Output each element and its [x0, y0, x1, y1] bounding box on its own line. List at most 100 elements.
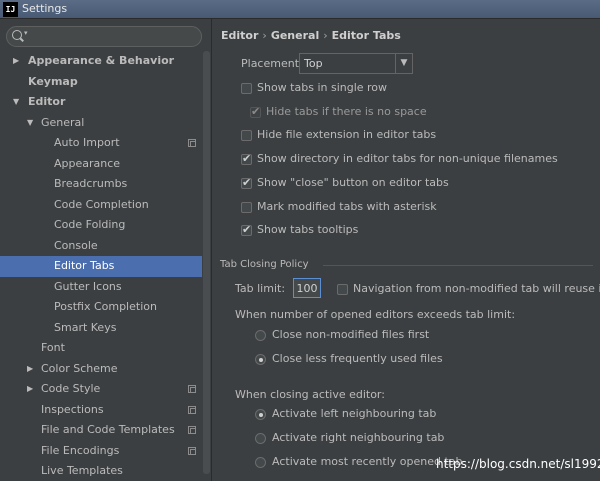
- tree-item-label: Auto Import: [54, 136, 120, 149]
- chevron-down-icon[interactable]: ▼: [27, 113, 33, 134]
- nav-reuse-label: Navigation from non-modified tab will re…: [353, 282, 600, 295]
- tree-item-postfix-completion[interactable]: Postfix Completion: [0, 297, 202, 318]
- close-non-modified-radio[interactable]: [255, 330, 266, 341]
- tree-item-live-templates[interactable]: Live Templates: [0, 461, 202, 481]
- tree-item-breadcrumbs[interactable]: Breadcrumbs: [0, 174, 202, 195]
- mark-modified-checkbox[interactable]: [241, 202, 252, 213]
- tree-item-label: Inspections: [41, 402, 104, 416]
- title-bar: IJ Settings: [0, 0, 600, 19]
- intellij-app-icon: IJ: [3, 2, 18, 17]
- show-close-label: Show "close" button on editor tabs: [257, 176, 449, 189]
- tree-item-label: Editor: [28, 95, 66, 108]
- hide-no-space-label: Hide tabs if there is no space: [266, 105, 427, 118]
- nav-reuse-checkbox[interactable]: [337, 284, 348, 295]
- tree-item-general[interactable]: ▼ General: [0, 113, 202, 134]
- activate-right-label: Activate right neighbouring tab: [272, 431, 445, 444]
- tree-item-file-code-templates[interactable]: File and Code Templates: [0, 420, 202, 441]
- settings-content: Editor › General › Editor Tabs Placement: To…: [213, 19, 600, 481]
- tree-item-file-encodings[interactable]: File Encodings: [0, 441, 202, 462]
- breadcrumb-item: Editor: [221, 29, 259, 42]
- placement-select[interactable]: Top ▼: [299, 53, 413, 74]
- search-icon[interactable]: [12, 30, 22, 40]
- close-non-modified-label: Close non-modified files first: [272, 328, 430, 341]
- tab-limit-label: Tab limit:: [235, 282, 286, 295]
- chevron-down-icon[interactable]: ▼: [13, 92, 19, 113]
- tree-item-label: Color Scheme: [41, 361, 118, 375]
- tree-item-label: Breadcrumbs: [54, 177, 128, 190]
- search-box[interactable]: ▾: [6, 26, 202, 47]
- chevron-right-icon[interactable]: ▶: [27, 379, 33, 400]
- tree-item-auto-import[interactable]: Auto Import: [0, 133, 202, 154]
- tree-item-color-scheme[interactable]: ▶ Color Scheme: [0, 359, 202, 380]
- close-less-frequent-label: Close less frequently used files: [272, 352, 443, 365]
- sidebar-scrollbar[interactable]: [203, 51, 210, 474]
- tree-item-font[interactable]: Font: [0, 338, 202, 359]
- tree-item-editor[interactable]: ▼ Editor: [0, 92, 202, 113]
- project-scope-icon: [188, 426, 196, 434]
- tree-item-smart-keys[interactable]: Smart Keys: [0, 318, 202, 339]
- watermark-text: https://blog.csdn.net/sl1992: [436, 457, 600, 471]
- tree-item-code-completion[interactable]: Code Completion: [0, 195, 202, 216]
- placement-label: Placement:: [241, 57, 303, 70]
- tree-item-label: Gutter Icons: [54, 279, 122, 293]
- tree-item-label: Editor Tabs: [54, 259, 115, 272]
- tree-item-label: Smart Keys: [54, 320, 117, 334]
- breadcrumb-separator: ›: [323, 29, 328, 42]
- dropdown-arrow-icon[interactable]: ▼: [395, 54, 412, 73]
- show-directory-checkbox[interactable]: [241, 152, 252, 165]
- tree-item-appearance[interactable]: Appearance: [0, 154, 202, 175]
- tree-item-label: General: [41, 115, 85, 129]
- project-scope-icon: [188, 139, 196, 147]
- tree-item-label: Appearance: [54, 156, 121, 170]
- settings-tree: ▶ Appearance & Behavior Keymap ▼ Editor …: [0, 51, 202, 481]
- search-input[interactable]: [33, 29, 193, 44]
- chevron-right-icon[interactable]: ▶: [27, 359, 33, 380]
- breadcrumb-separator: ›: [262, 29, 267, 42]
- chevron-right-icon[interactable]: ▶: [13, 51, 19, 72]
- tree-item-label: Code Style: [41, 382, 101, 395]
- breadcrumb-item: Editor Tabs: [331, 29, 401, 42]
- tree-item-appearance-behavior[interactable]: ▶ Appearance & Behavior: [0, 51, 202, 72]
- show-close-checkbox[interactable]: [241, 176, 252, 189]
- single-row-checkbox[interactable]: [241, 83, 252, 94]
- project-scope-icon: [188, 405, 196, 414]
- activate-recent-radio[interactable]: [255, 457, 266, 468]
- tree-item-label: Console: [54, 238, 98, 252]
- tree-item-label: Font: [41, 341, 65, 354]
- project-scope-icon: [188, 446, 196, 455]
- section-divider: [323, 265, 593, 266]
- tab-closing-policy-heading: Tab Closing Policy: [220, 259, 309, 270]
- search-options-chevron-icon[interactable]: ▾: [24, 29, 28, 37]
- activate-left-label: Activate left neighbouring tab: [272, 407, 437, 420]
- hide-extension-checkbox[interactable]: [241, 130, 252, 141]
- tree-item-console[interactable]: Console: [0, 236, 202, 257]
- tree-item-label: Code Completion: [54, 197, 149, 211]
- tree-item-label: File Encodings: [41, 443, 120, 457]
- tree-item-label: Code Folding: [54, 218, 126, 231]
- tree-item-label: File and Code Templates: [41, 423, 175, 436]
- tree-item-keymap[interactable]: Keymap: [0, 72, 202, 93]
- closing-active-label: When closing active editor:: [235, 388, 385, 401]
- tree-item-gutter-icons[interactable]: Gutter Icons: [0, 277, 202, 298]
- activate-left-radio[interactable]: [255, 409, 266, 420]
- tree-item-label: Appearance & Behavior: [28, 54, 175, 67]
- close-less-frequent-radio[interactable]: [255, 354, 266, 365]
- tree-item-code-folding[interactable]: Code Folding: [0, 215, 202, 236]
- show-tooltips-checkbox[interactable]: [241, 223, 252, 236]
- tree-item-label: Keymap: [28, 74, 78, 88]
- placement-value: Top: [304, 57, 323, 70]
- show-directory-label: Show directory in editor tabs for non-un…: [257, 152, 558, 165]
- window-title: Settings: [22, 2, 68, 15]
- hide-extension-label: Hide file extension in editor tabs: [257, 128, 437, 141]
- tab-limit-input[interactable]: [293, 278, 321, 298]
- tree-item-code-style[interactable]: ▶ Code Style: [0, 379, 202, 400]
- show-tooltips-label: Show tabs tooltips: [257, 223, 359, 236]
- tree-item-inspections[interactable]: Inspections: [0, 400, 202, 421]
- settings-sidebar: ▾ ▶ Appearance & Behavior Keymap ▼ Edito…: [0, 19, 212, 481]
- activate-right-radio[interactable]: [255, 433, 266, 444]
- tree-item-editor-tabs[interactable]: Editor Tabs: [0, 256, 202, 277]
- hide-no-space-checkbox[interactable]: [250, 105, 261, 118]
- mark-modified-label: Mark modified tabs with asterisk: [257, 200, 437, 213]
- exceeds-limit-label: When number of opened editors exceeds ta…: [235, 308, 516, 321]
- tree-item-label: Live Templates: [41, 464, 123, 477]
